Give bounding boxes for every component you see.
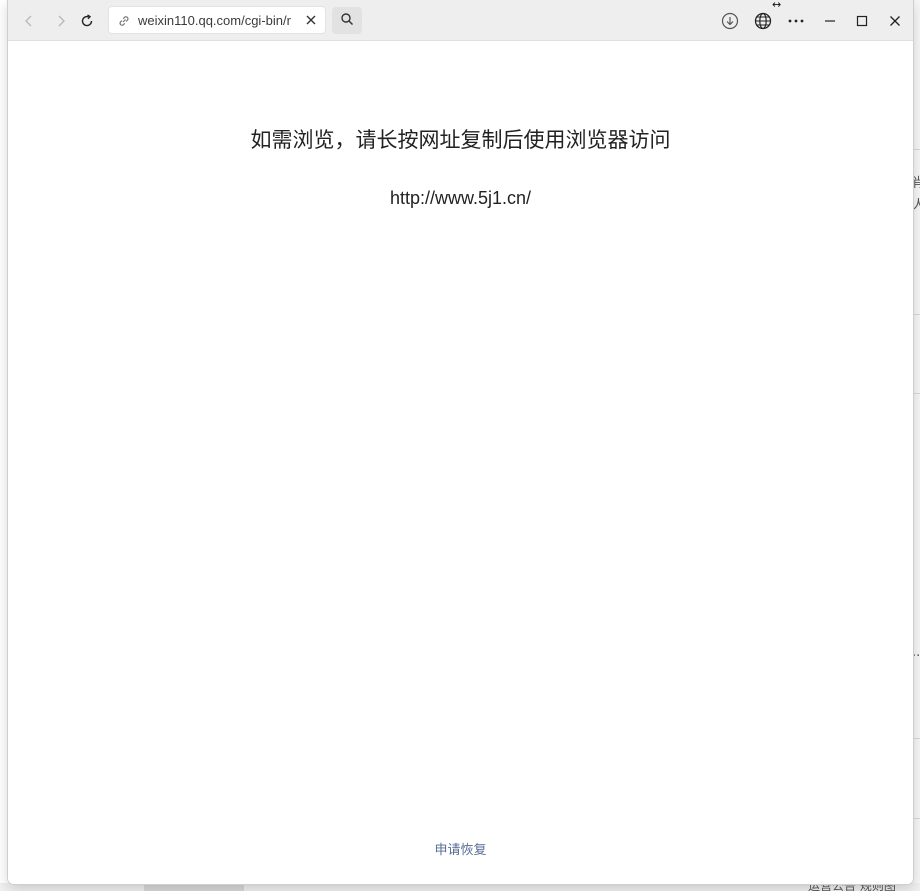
maximize-button[interactable] — [849, 8, 875, 34]
more-icon — [787, 18, 805, 24]
close-window-button[interactable] — [882, 8, 908, 34]
background-divider — [912, 738, 920, 739]
popup-browser-window: weixin110.qq.com/cgi-bin/r ↔ 如需浏览，请长按网址复… — [8, 0, 913, 884]
translate-button[interactable] — [750, 8, 776, 34]
forward-button[interactable] — [48, 8, 74, 34]
page-content: 如需浏览，请长按网址复制后使用浏览器访问 http://www.5j1.cn/ … — [8, 42, 913, 884]
blocked-url[interactable]: http://www.5j1.cn/ — [8, 188, 913, 209]
background-text: ... — [912, 645, 920, 660]
maximize-icon — [856, 15, 868, 27]
minimize-button[interactable] — [817, 8, 843, 34]
close-icon — [306, 15, 316, 25]
background-divider — [912, 314, 920, 315]
background-divider — [912, 393, 920, 394]
address-url[interactable]: weixin110.qq.com/cgi-bin/r — [138, 13, 298, 29]
appeal-link[interactable]: 申请恢复 — [8, 839, 913, 858]
forward-arrow-icon — [54, 14, 68, 28]
clear-address-button[interactable] — [303, 12, 319, 28]
search-button[interactable] — [332, 7, 362, 34]
globe-icon — [754, 12, 772, 30]
address-bar[interactable]: weixin110.qq.com/cgi-bin/r — [108, 6, 326, 34]
more-button[interactable] — [783, 8, 809, 34]
minimize-icon — [824, 15, 836, 27]
back-arrow-icon — [22, 14, 36, 28]
back-button[interactable] — [16, 8, 42, 34]
close-icon — [889, 15, 901, 27]
background-bottom-block — [144, 883, 244, 891]
reload-button[interactable] — [74, 8, 100, 34]
link-icon — [117, 13, 131, 27]
background-text: 肖 — [912, 176, 920, 191]
reload-icon — [80, 14, 94, 28]
background-divider — [912, 149, 920, 150]
download-icon — [721, 12, 739, 30]
background-strip — [912, 0, 920, 891]
background-divider — [912, 818, 920, 819]
background-bottom-bar — [0, 883, 920, 891]
background-text: 人 — [912, 198, 920, 213]
search-icon — [340, 11, 354, 30]
page-message: 如需浏览，请长按网址复制后使用浏览器访问 — [250, 128, 671, 152]
download-button[interactable] — [717, 8, 743, 34]
title-bar: weixin110.qq.com/cgi-bin/r ↔ — [8, 0, 913, 41]
